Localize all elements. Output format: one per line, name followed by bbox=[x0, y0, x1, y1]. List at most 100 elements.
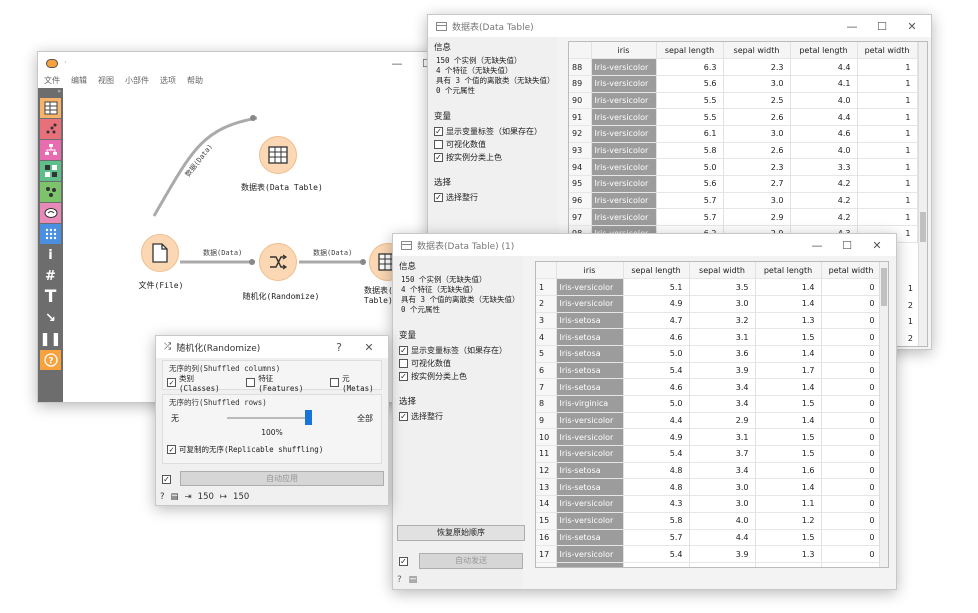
value-cell[interactable]: 0 bbox=[821, 562, 882, 567]
value-cell[interactable]: 1.6 bbox=[755, 462, 822, 480]
value-cell[interactable]: 4.3 bbox=[623, 495, 690, 513]
column-header[interactable]: sepal width bbox=[723, 42, 791, 60]
show-labels-checkbox[interactable]: ✓ 显示变量标签（如果存在） bbox=[399, 344, 517, 357]
value-cell[interactable]: 3.0 bbox=[723, 192, 791, 210]
value-cell[interactable]: 1 bbox=[857, 175, 918, 193]
autoapply-button[interactable]: 自动应用 bbox=[180, 471, 384, 486]
row-number[interactable]: 5 bbox=[536, 345, 557, 363]
value-cell[interactable]: 0 bbox=[821, 345, 882, 363]
report-icon[interactable]: ▤ bbox=[409, 575, 418, 585]
value-cell[interactable]: 2.6 bbox=[723, 108, 791, 126]
row-number[interactable]: 2 bbox=[536, 295, 557, 313]
column-header[interactable]: sepal length bbox=[623, 262, 690, 280]
value-cell[interactable]: 0 bbox=[821, 545, 882, 563]
value-cell[interactable]: 4.4 bbox=[623, 412, 690, 430]
matrix-icon[interactable] bbox=[40, 161, 61, 181]
value-cell[interactable]: 5.7 bbox=[656, 192, 724, 210]
value-cell[interactable]: 5.6 bbox=[656, 75, 724, 93]
row-number[interactable]: 7 bbox=[536, 378, 557, 396]
value-cell[interactable]: 1.4 bbox=[755, 562, 822, 567]
class-cell[interactable]: Iris-versicolor bbox=[591, 175, 657, 193]
value-cell[interactable]: 1.5 bbox=[755, 529, 822, 547]
value-cell[interactable]: 5.7 bbox=[623, 529, 690, 547]
column-header[interactable]: petal length bbox=[755, 262, 822, 280]
tree-icon[interactable] bbox=[40, 140, 61, 160]
value-cell[interactable]: 6.1 bbox=[656, 125, 724, 143]
value-cell[interactable]: 3.0 bbox=[689, 495, 756, 513]
table-row[interactable]: 92 Iris-versicolor 6.1 3.0 4.6 1 bbox=[569, 125, 918, 143]
dt2-scrollbar[interactable] bbox=[879, 262, 888, 567]
value-cell[interactable]: 0 bbox=[821, 495, 882, 513]
value-cell[interactable]: 1 bbox=[857, 75, 918, 93]
table-row[interactable]: 10 Iris-versicolor 4.9 3.1 1.5 0 bbox=[536, 428, 882, 447]
brain-icon[interactable] bbox=[40, 203, 61, 223]
row-number[interactable]: 89 bbox=[569, 75, 592, 93]
table-row[interactable]: 15 Iris-versicolor 5.8 4.0 1.2 0 bbox=[536, 512, 882, 530]
autosend-button[interactable]: 自动发送 bbox=[419, 553, 523, 569]
checkbox-box[interactable]: ✓ bbox=[162, 475, 171, 484]
table-row[interactable]: 2 Iris-versicolor 4.9 3.0 1.4 0 bbox=[536, 295, 882, 313]
checkbox-box[interactable]: ✓ bbox=[399, 557, 408, 566]
table-row[interactable]: 14 Iris-versicolor 4.3 3.0 1.1 0 bbox=[536, 495, 882, 513]
value-cell[interactable]: 4.8 bbox=[623, 478, 690, 497]
row-number[interactable]: 1 bbox=[536, 278, 557, 296]
class-cell[interactable]: Iris-virginica bbox=[556, 395, 624, 413]
class-cell[interactable]: Iris-versicolor bbox=[591, 208, 657, 227]
visualize-values-checkbox[interactable]: 可视化数值 bbox=[434, 138, 552, 151]
table-row[interactable]: 11 Iris-versicolor 5.4 3.7 1.5 0 bbox=[536, 445, 882, 463]
value-cell[interactable]: 2.9 bbox=[689, 412, 756, 430]
close-button[interactable]: ✕ bbox=[862, 234, 892, 256]
value-cell[interactable]: 4.1 bbox=[790, 75, 858, 93]
checkbox-box[interactable]: ✓ bbox=[167, 378, 176, 387]
value-cell[interactable]: 1.7 bbox=[755, 362, 822, 380]
value-cell[interactable]: 4.4 bbox=[790, 108, 858, 126]
menu-options[interactable]: 选项 bbox=[160, 75, 176, 86]
value-cell[interactable]: 0 bbox=[821, 478, 882, 497]
value-cell[interactable]: 3.0 bbox=[723, 75, 791, 93]
class-cell[interactable]: Iris-versicolor bbox=[556, 545, 624, 563]
row-number[interactable]: 14 bbox=[536, 495, 557, 513]
close-button[interactable]: ✕ bbox=[897, 15, 927, 37]
shuffle-slider-track[interactable] bbox=[227, 417, 311, 419]
minimize-button[interactable]: — bbox=[382, 52, 412, 74]
value-cell[interactable]: 5.0 bbox=[623, 345, 690, 363]
value-cell[interactable]: 5.7 bbox=[656, 208, 724, 227]
checkbox-box[interactable]: ✓ bbox=[167, 445, 176, 454]
metas-checkbox[interactable]: 元(Metas) bbox=[330, 374, 381, 393]
row-number[interactable]: 10 bbox=[536, 428, 557, 447]
checkbox-box[interactable]: ✓ bbox=[399, 372, 408, 381]
menu-view[interactable]: 视图 bbox=[98, 75, 114, 86]
table-row[interactable]: 95 Iris-versicolor 5.6 2.7 4.2 1 bbox=[569, 175, 918, 193]
dt2-table[interactable]: iris sepal length sepal width petal length p… bbox=[535, 261, 889, 568]
class-cell[interactable]: Iris-versicolor bbox=[556, 428, 624, 447]
value-cell[interactable]: 5.4 bbox=[623, 545, 690, 563]
table-row[interactable]: 1 Iris-versicolor 5.1 3.5 1.4 0 bbox=[536, 278, 882, 296]
toolbar-collapse[interactable]: » bbox=[38, 88, 63, 97]
value-cell[interactable]: 1.5 bbox=[755, 395, 822, 413]
value-cell[interactable]: 3.1 bbox=[689, 328, 756, 346]
value-cell[interactable]: 5.0 bbox=[656, 158, 724, 176]
value-cell[interactable]: 3.5 bbox=[689, 278, 756, 296]
value-cell[interactable]: 5.4 bbox=[623, 445, 690, 463]
value-cell[interactable]: 5.8 bbox=[623, 512, 690, 530]
value-cell[interactable]: 1.4 bbox=[755, 412, 822, 430]
close-button[interactable]: ✕ bbox=[354, 336, 384, 358]
class-cell[interactable]: Iris-virginica bbox=[556, 562, 624, 567]
checkbox-box[interactable] bbox=[246, 378, 256, 387]
row-number[interactable]: 18 bbox=[536, 562, 557, 567]
class-cell[interactable]: Iris-setosa bbox=[556, 378, 624, 396]
value-cell[interactable]: 0 bbox=[821, 328, 882, 346]
row-number[interactable]: 11 bbox=[536, 445, 557, 463]
class-cell[interactable]: Iris-versicolor bbox=[556, 495, 624, 513]
value-cell[interactable]: 0 bbox=[821, 362, 882, 380]
dt1-scrollbar[interactable] bbox=[918, 42, 927, 346]
table-icon[interactable] bbox=[40, 98, 61, 118]
table-row[interactable]: 89 Iris-versicolor 5.6 3.0 4.1 1 bbox=[569, 75, 918, 93]
value-cell[interactable]: 4.9 bbox=[623, 295, 690, 313]
value-cell[interactable]: 1.5 bbox=[755, 428, 822, 447]
row-number[interactable]: 92 bbox=[569, 125, 592, 143]
value-cell[interactable]: 3.9 bbox=[689, 362, 756, 380]
select-rows-checkbox[interactable]: ✓ 选择整行 bbox=[434, 191, 552, 204]
value-cell[interactable]: 5.4 bbox=[623, 362, 690, 380]
class-cell[interactable]: Iris-setosa bbox=[556, 345, 624, 363]
